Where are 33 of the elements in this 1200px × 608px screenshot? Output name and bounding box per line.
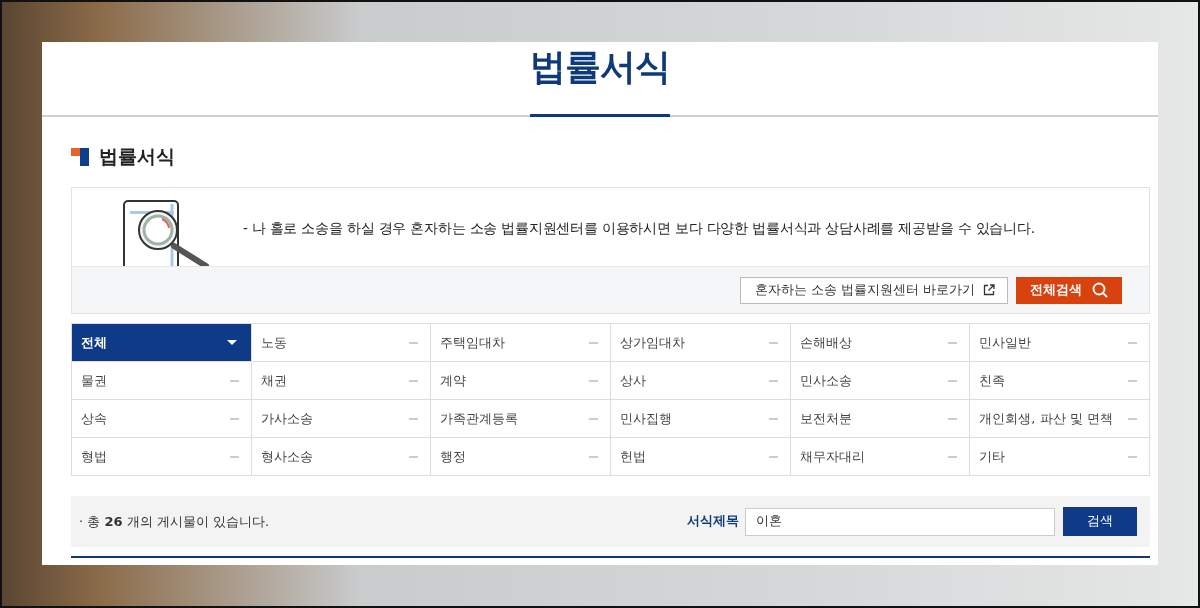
search-button[interactable]: 검색: [1063, 507, 1137, 536]
category-tab[interactable]: 채무자대리: [790, 438, 971, 476]
notice-text: - 나 홀로 소송을 하실 경우 혼자하는 소송 법률지원센터를 이용하시면 보다 다양한 법률서식과 상담사례를 제공받을 수 있습니다.: [243, 220, 1035, 238]
category-tab[interactable]: 행정: [431, 438, 611, 476]
category-tab[interactable]: 개인회생, 파산 및 면책: [970, 400, 1150, 438]
category-tab[interactable]: 상속: [72, 400, 252, 438]
category-tab[interactable]: 상사: [611, 362, 791, 400]
category-tab[interactable]: 물권: [72, 362, 252, 400]
category-tab[interactable]: 형법: [72, 438, 252, 476]
category-tab[interactable]: 노동: [251, 324, 432, 362]
category-tab[interactable]: 보전처분: [790, 400, 971, 438]
post-count-text: · 총 26 개의 게시물이 있습니다.: [79, 512, 270, 531]
category-tab[interactable]: 계약: [431, 362, 611, 400]
category-tab[interactable]: 주택임대차: [431, 324, 611, 362]
category-tab[interactable]: 가족관계등록: [431, 400, 611, 438]
category-tab[interactable]: 형사소송: [251, 438, 432, 476]
title-search-field[interactable]: 이혼: [745, 507, 1055, 536]
category-tab[interactable]: 민사일반: [970, 324, 1150, 362]
category-tab[interactable]: 손해배상: [790, 324, 971, 362]
page-title: 법률서식: [530, 44, 670, 117]
category-tab[interactable]: 전체: [72, 324, 252, 362]
section-title: 법률서식: [99, 144, 175, 169]
external-link-button[interactable]: 혼자하는 소송 법률지원센터 바로가기: [740, 276, 1008, 304]
field-label: 서식제목: [687, 513, 739, 530]
category-tab[interactable]: 채권: [251, 362, 432, 400]
category-tab[interactable]: 민사집행: [611, 400, 791, 438]
category-tab[interactable]: 친족: [970, 362, 1150, 400]
category-tab[interactable]: 헌법: [611, 438, 791, 476]
category-tab[interactable]: 기타: [970, 438, 1150, 476]
category-tab[interactable]: 상가임대차: [611, 324, 791, 362]
category-tab[interactable]: 민사소송: [790, 362, 971, 400]
search-all-button[interactable]: 전체검색: [1016, 276, 1122, 304]
category-tab[interactable]: 가사소송: [251, 400, 432, 438]
